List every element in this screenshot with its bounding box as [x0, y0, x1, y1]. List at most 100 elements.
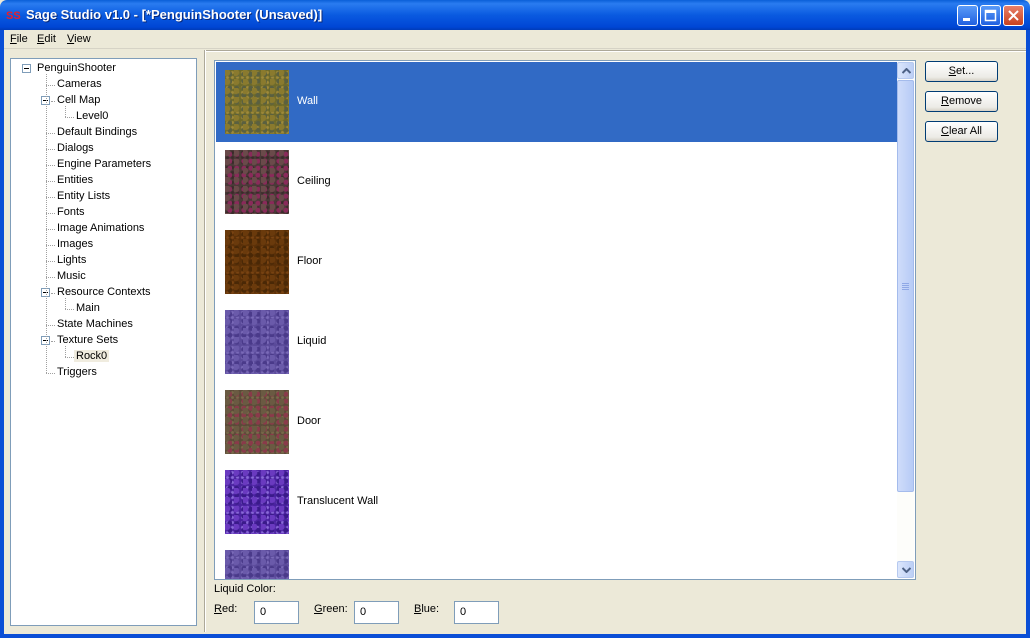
texture-label: Liquid [297, 335, 327, 347]
tree-connector [46, 229, 55, 230]
tree-connector [46, 261, 55, 262]
texture-item[interactable]: Floor [216, 222, 898, 302]
tree-item-cell-map[interactable]: Cell Map [55, 93, 102, 109]
texture-label: Ceiling [297, 175, 331, 187]
maximize-button[interactable] [980, 5, 1001, 26]
tree-connector [65, 117, 74, 118]
tree-item-label: Default Bindings [57, 126, 138, 138]
tree-item-resource-contexts[interactable]: Resource Contexts [55, 285, 153, 301]
tree-connector [65, 106, 66, 117]
close-icon [1008, 10, 1019, 21]
texture-item[interactable]: Ceiling [216, 142, 898, 222]
svg-text:SS: SS [6, 10, 21, 22]
menu-edit[interactable]: Edit [37, 33, 56, 45]
tree-item-music[interactable]: Music [55, 269, 88, 285]
tree-item-label: Image Animations [57, 222, 145, 234]
tree-item-rock0[interactable]: Rock0 [74, 349, 110, 365]
tree-item-default-bindings[interactable]: Default Bindings [55, 125, 139, 141]
liquid-color-label: Liquid Color: [214, 583, 276, 595]
project-tree[interactable]: PenguinShooter Cameras Cell Map Level0 Defau… [10, 58, 197, 626]
vertical-scrollbar[interactable] [897, 62, 914, 578]
menu-file[interactable]: File [10, 33, 28, 45]
tree-item-label: PenguinShooter [37, 62, 116, 74]
blue-input[interactable]: 0 [454, 601, 499, 624]
tree-item-level0[interactable]: Level0 [74, 109, 110, 125]
blue-label: Blue: [414, 603, 440, 615]
scroll-down-button[interactable] [897, 561, 914, 578]
scroll-up-button[interactable] [897, 62, 914, 79]
tree-connector [46, 133, 55, 134]
tree-connector [46, 85, 55, 86]
tree-item-images[interactable]: Images [55, 237, 95, 253]
tree-item-label: Main [76, 302, 100, 314]
window-frame-bottom [0, 634, 1030, 638]
tree-item-cameras[interactable]: Cameras [55, 77, 104, 93]
tree-item-fonts[interactable]: Fonts [55, 205, 87, 221]
tree-item-label: Engine Parameters [57, 158, 152, 170]
scroll-thumb[interactable] [897, 80, 914, 492]
set-button[interactable]: Set... [925, 61, 998, 82]
texture-item[interactable]: Translucent Wall [216, 462, 898, 542]
close-button[interactable] [1003, 5, 1024, 26]
window-frame-left [0, 30, 4, 638]
green-input[interactable]: 0 [354, 601, 399, 624]
tree-connector [65, 357, 74, 358]
tree-item-image-animations[interactable]: Image Animations [55, 221, 146, 237]
tree-item-label: Triggers [57, 366, 97, 378]
maximize-icon [984, 9, 997, 22]
texture-thumbnail [225, 150, 289, 214]
texture-item[interactable]: Liquid [216, 302, 898, 382]
tree-item-entity-lists[interactable]: Entity Lists [55, 189, 112, 205]
separator [206, 50, 1026, 52]
tree-connector [46, 74, 47, 373]
texture-thumbnail [225, 70, 289, 134]
tree-item-state-machines[interactable]: State Machines [55, 317, 135, 333]
tree-item-label: Cell Map [57, 94, 101, 106]
red-label: Red: [214, 603, 238, 615]
texture-list[interactable]: Translucent Wall Door Liquid Floor Ceiling Wa… [214, 60, 916, 580]
tree-item-label: Images [57, 238, 94, 250]
minimize-icon [963, 18, 970, 21]
tree-connector [46, 325, 55, 326]
remove-button[interactable]: Remove [925, 91, 998, 112]
collapse-icon[interactable] [22, 64, 31, 73]
menu-view[interactable]: View [67, 33, 91, 45]
tree-connector [46, 213, 55, 214]
red-input[interactable]: 0 [254, 601, 299, 624]
tree-connector [46, 165, 55, 166]
title-bar[interactable]: SS Sage Studio v1.0 - [*PenguinShooter (… [0, 0, 1030, 30]
tree-connector [46, 149, 55, 150]
minimize-button[interactable] [957, 5, 978, 26]
tree-item-label: Fonts [57, 206, 85, 218]
clear-all-button[interactable]: Clear All [925, 121, 998, 142]
tree-item-label: Cameras [57, 78, 102, 90]
texture-label: Floor [297, 255, 323, 267]
texture-thumbnail [225, 550, 289, 579]
tree-item-lights[interactable]: Lights [55, 253, 88, 269]
tree-item-entities[interactable]: Entities [55, 173, 95, 189]
tree-connector [65, 346, 66, 357]
tree-item-label: State Machines [57, 318, 133, 330]
tree-item-main[interactable]: Main [74, 301, 102, 317]
panel-splitter[interactable] [204, 50, 206, 632]
tree-item-label: Rock0 [74, 350, 110, 362]
window-frame-right [1026, 30, 1030, 638]
tree-item-penguinshooter[interactable]: PenguinShooter [35, 61, 118, 77]
tree-item-triggers[interactable]: Triggers [55, 365, 99, 381]
tree-connector [46, 277, 55, 278]
texture-item[interactable]: Door [216, 382, 898, 462]
tree-item-engine-parameters[interactable]: Engine Parameters [55, 157, 153, 173]
texture-label: Door [297, 415, 321, 427]
texture-thumbnail [225, 390, 289, 454]
texture-item[interactable] [216, 542, 898, 579]
tree-item-label: Lights [57, 254, 87, 266]
tree-item-dialogs[interactable]: Dialogs [55, 141, 96, 157]
tree-item-label: Level0 [76, 110, 109, 122]
tree-connector [46, 197, 55, 198]
tree-item-label: Music [57, 270, 86, 282]
texture-item[interactable]: Wall [216, 62, 898, 142]
tree-item-label: Resource Contexts [57, 286, 151, 298]
tree-item-label: Dialogs [57, 142, 94, 154]
chevron-down-icon [902, 567, 911, 573]
tree-connector [65, 298, 66, 309]
